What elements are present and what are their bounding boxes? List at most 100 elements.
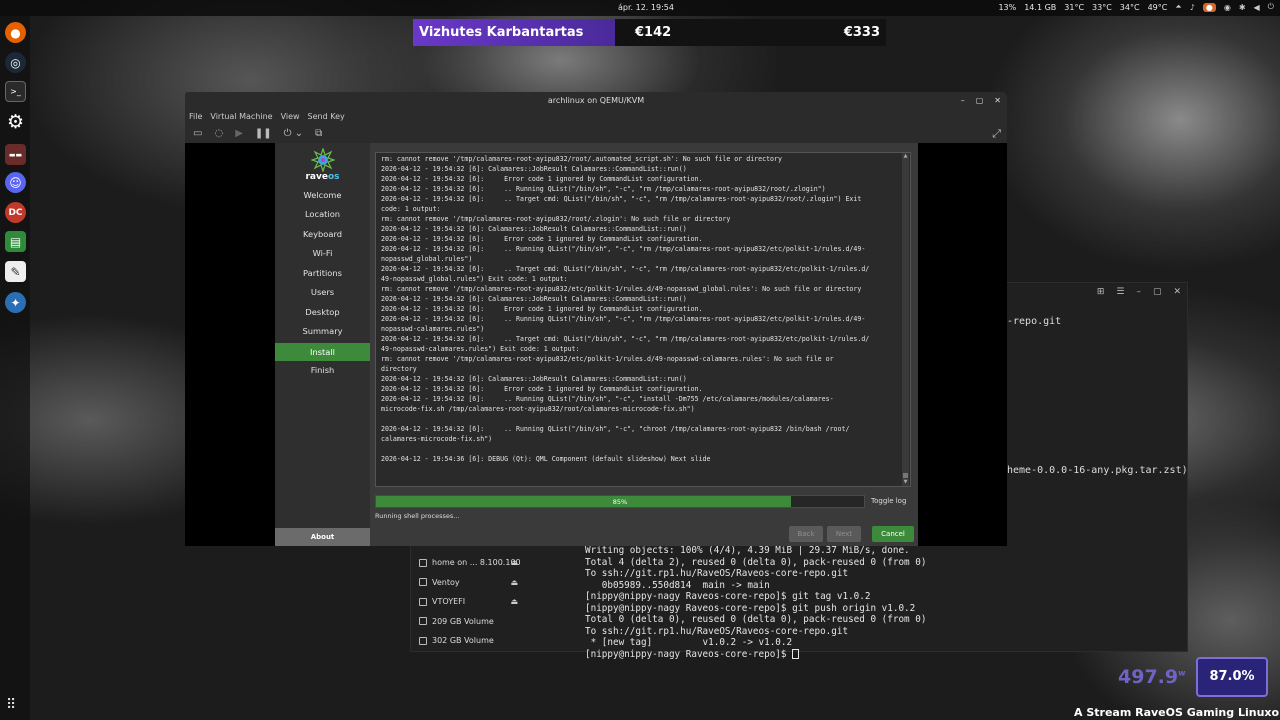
step-location: Location bbox=[304, 209, 341, 219]
temp-1: 31°C bbox=[1064, 2, 1085, 12]
log-scrollbar[interactable]: ▲ ▼ bbox=[902, 153, 909, 486]
step-install: Install bbox=[275, 343, 370, 361]
recording-icon[interactable]: ● bbox=[1202, 2, 1216, 12]
game-icon[interactable]: ▬▬ bbox=[5, 144, 26, 165]
terminal-icon[interactable]: >_ bbox=[5, 81, 26, 102]
display-icon[interactable]: ▭ bbox=[193, 128, 202, 139]
vm-toolbar: ▭ ◌ ▶ ❚❚ ⏻ ⌄ ⧉ ⤢ bbox=[185, 124, 1007, 143]
drive-icon bbox=[419, 597, 427, 606]
terminal-titlebar-buttons: ⊞ ☰ – ▢ ✕ bbox=[1097, 287, 1181, 297]
fullscreen-icon[interactable]: ⤢ bbox=[992, 127, 1001, 141]
minimize-icon[interactable]: – bbox=[961, 92, 965, 109]
eject-icon[interactable]: ⏏ bbox=[510, 578, 518, 587]
calc-icon[interactable]: ▤ bbox=[5, 231, 26, 252]
terminal-output[interactable]: Writing objects: 100% (4/4), 4.39 MiB | … bbox=[585, 545, 926, 660]
minimize-icon[interactable]: – bbox=[1136, 287, 1141, 297]
temp-3: 34°C bbox=[1119, 2, 1140, 12]
scroll-thumb[interactable] bbox=[903, 473, 908, 478]
overlay-price-1: €142 bbox=[635, 25, 672, 40]
snapshot-icon[interactable]: ⧉ bbox=[315, 128, 322, 139]
clock[interactable]: ápr. 12. 19:54 bbox=[618, 3, 674, 12]
install-log[interactable]: rm: cannot remove '/tmp/calamares-root-a… bbox=[375, 152, 911, 487]
log-line: 2026-04-12 - 19:54:32 [6]: .. Running QL… bbox=[381, 245, 866, 253]
log-line: rm: cannot remove '/tmp/calamares-root-a… bbox=[381, 285, 862, 293]
firefox-icon[interactable]: ● bbox=[5, 22, 26, 43]
settings-icon[interactable]: ⚙ bbox=[5, 111, 26, 133]
step-users: Users bbox=[310, 287, 335, 297]
step-desktop: Desktop bbox=[305, 307, 340, 317]
about-button[interactable]: About bbox=[275, 528, 370, 546]
menu-view[interactable]: View bbox=[281, 112, 300, 121]
progress-label: 85% bbox=[612, 498, 628, 506]
info-icon[interactable]: ◌ bbox=[214, 128, 223, 139]
vm-titlebar[interactable]: archlinux on QEMU/KVM – ▢ ✕ bbox=[185, 92, 1007, 109]
toggle-log-button[interactable]: Toggle log bbox=[871, 497, 906, 505]
power-icon[interactable]: ⏻ bbox=[1268, 2, 1274, 12]
drive-item[interactable]: 209 GB Volume bbox=[415, 612, 528, 632]
bell-icon[interactable]: ♪ bbox=[1190, 3, 1195, 12]
microphone-icon[interactable]: ◉ bbox=[1224, 3, 1231, 12]
log-line: 2026-04-12 - 19:54:36 [6]: DEBUG (Qt): Q… bbox=[381, 455, 711, 463]
close-icon[interactable]: ✕ bbox=[994, 92, 1001, 109]
play-icon[interactable]: ▶ bbox=[235, 128, 243, 139]
menu-send-key[interactable]: Send Key bbox=[308, 112, 345, 121]
drive-item[interactable]: home on ... 8.100.100 ⏏ bbox=[415, 553, 528, 573]
maximize-icon[interactable]: ▢ bbox=[976, 92, 984, 109]
steam-icon[interactable]: ◎ bbox=[5, 52, 26, 73]
stream-overlay: Vizhutes Karbantartas €142 €333 bbox=[413, 19, 886, 46]
drive-item[interactable]: Ventoy ⏏ bbox=[415, 573, 528, 593]
install-progress-bar: 85% bbox=[375, 495, 865, 508]
scroll-up-icon[interactable]: ▲ bbox=[902, 153, 909, 160]
apps-grid-icon[interactable]: ⠿ bbox=[6, 697, 16, 713]
menu-file[interactable]: File bbox=[189, 112, 202, 121]
overlay-title: Vizhutes Karbantartas bbox=[413, 19, 615, 46]
text-editor-icon[interactable]: ✎ bbox=[5, 261, 26, 282]
temp-4: 49°C bbox=[1147, 2, 1168, 12]
terminal-line: To ssh://git.rp1.hu/RaveOS/Raveos-core-r… bbox=[585, 625, 849, 637]
terminal-fragment: -repo.git bbox=[1007, 316, 1062, 327]
installer-icon[interactable]: ✦ bbox=[5, 292, 26, 313]
close-icon[interactable]: ✕ bbox=[1173, 287, 1181, 297]
terminal-line: Writing objects: 100% (4/4), 4.39 MiB | … bbox=[585, 545, 910, 556]
terminal-line: To ssh://git.rp1.hu/RaveOS/Raveos-core-r… bbox=[585, 568, 849, 579]
eject-icon[interactable]: ⏏ bbox=[510, 558, 518, 567]
app-icon[interactable]: DC bbox=[5, 202, 26, 223]
next-button[interactable]: Next bbox=[827, 526, 861, 542]
eject-icon[interactable]: ⏏ bbox=[510, 597, 518, 606]
power-icon[interactable]: ⏻ ⌄ bbox=[284, 128, 303, 139]
ram-usage: 14.1 GB bbox=[1024, 2, 1057, 12]
terminal-line: [nippy@nippy-nagy Raveos-core-repo]$ git… bbox=[585, 602, 916, 614]
drive-item[interactable]: VTOYEFI ⏏ bbox=[415, 592, 528, 612]
terminal-line: Total 4 (delta 2), reused 0 (delta 0), p… bbox=[585, 556, 927, 568]
terminal-line: * [new tag] v1.0.2 -> v1.0.2 bbox=[585, 637, 793, 648]
log-line: 2026-04-12 - 19:54:32 [6]: Calamares::Jo… bbox=[381, 295, 687, 303]
log-line: code: 1 output: bbox=[381, 205, 441, 213]
cancel-button[interactable]: Cancel bbox=[872, 526, 914, 542]
overlay-price-2: €333 bbox=[843, 25, 880, 40]
drive-label: Ventoy bbox=[432, 577, 460, 587]
pause-icon[interactable]: ❚❚ bbox=[255, 128, 272, 139]
volume-icon[interactable]: ◀ bbox=[1254, 3, 1260, 12]
discord-icon[interactable]: ☺ bbox=[5, 172, 26, 193]
step-partitions: Partitions bbox=[303, 268, 342, 278]
log-line: 2026-04-12 - 19:54:32 [6]: Calamares::Jo… bbox=[381, 225, 687, 233]
menu-virtual-machine[interactable]: Virtual Machine bbox=[210, 112, 272, 121]
terminal-line: Total 0 (delta 0), reused 0 (delta 0), p… bbox=[585, 614, 927, 625]
log-line: 2026-04-12 - 19:54:32 [6]: Calamares::Jo… bbox=[381, 165, 687, 173]
log-line: 49-nopasswd-calamares.rules") Exit code:… bbox=[381, 345, 580, 353]
log-line: 2026-04-12 - 19:54:32 [6]: Error code 1 … bbox=[381, 305, 703, 313]
scroll-down-icon[interactable]: ▼ bbox=[902, 479, 909, 486]
system-tray: 13% 14.1 GB 31°C 33°C 34°C 49°C ⏶ ♪ ● ◉ … bbox=[998, 2, 1274, 12]
new-tab-icon[interactable]: ⊞ bbox=[1097, 287, 1105, 297]
menu-icon[interactable]: ☰ bbox=[1116, 287, 1124, 297]
log-line: microcode-fix.sh /tmp/calamares-root-ayi… bbox=[381, 405, 695, 413]
network-icon[interactable]: ⏶ bbox=[1175, 2, 1181, 12]
bluetooth-icon[interactable]: ✱ bbox=[1239, 3, 1246, 12]
log-line: 2026-04-12 - 19:54:32 [6]: .. Target cmd… bbox=[381, 335, 870, 343]
terminal-line: [nippy@nippy-nagy Raveos-core-repo]$ git… bbox=[585, 591, 871, 602]
back-button[interactable]: Back bbox=[789, 526, 823, 542]
log-line: 2026-04-12 - 19:54:32 [6]: Calamares::Jo… bbox=[381, 375, 687, 383]
log-line: 2026-04-12 - 19:54:32 [6]: Error code 1 … bbox=[381, 385, 703, 393]
maximize-icon[interactable]: ▢ bbox=[1153, 287, 1162, 297]
drive-item[interactable]: 302 GB Volume bbox=[415, 631, 528, 651]
